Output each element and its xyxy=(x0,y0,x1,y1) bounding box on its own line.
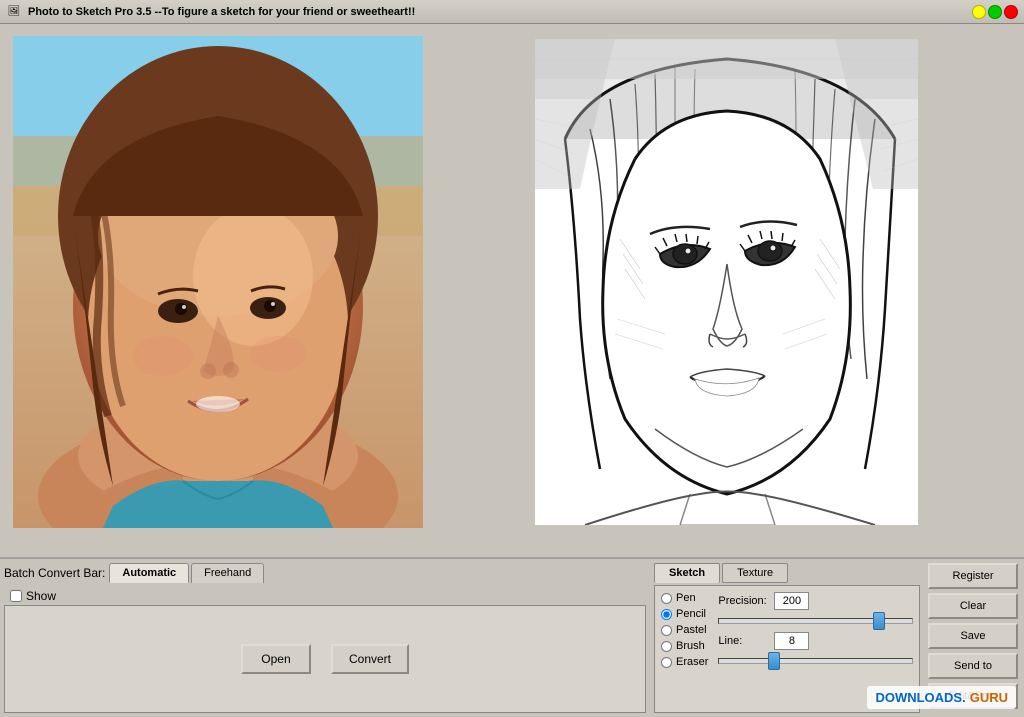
app-icon: 🖼 xyxy=(6,4,22,20)
watermark-guru: GURU xyxy=(970,690,1008,705)
show-checkbox[interactable] xyxy=(10,590,22,602)
sketch-tabs: Sketch Texture xyxy=(654,563,920,583)
radio-brush: Brush xyxy=(661,640,708,652)
brush-radio[interactable] xyxy=(661,641,672,652)
register-button[interactable]: Register xyxy=(928,563,1018,589)
sketch-display xyxy=(535,39,918,525)
main-content: Batch Convert Bar: Automatic Freehand Sh… xyxy=(0,24,1024,717)
image-area xyxy=(0,24,1024,557)
line-input[interactable] xyxy=(774,632,809,650)
pastel-radio[interactable] xyxy=(661,625,672,636)
tab-automatic[interactable]: Automatic xyxy=(109,563,189,583)
open-button[interactable]: Open xyxy=(241,644,311,674)
radio-pencil: Pencil xyxy=(661,608,708,620)
close-button[interactable] xyxy=(1004,5,1018,19)
photo-display xyxy=(13,36,423,528)
title-bar: 🖼 Photo to Sketch Pro 3.5 --To figure a … xyxy=(0,0,1024,24)
radio-eraser: Eraser xyxy=(661,656,708,668)
window-controls xyxy=(972,5,1018,19)
save-button[interactable]: Save xyxy=(928,623,1018,649)
pen-label: Pen xyxy=(676,592,696,604)
tab-content: Open Convert xyxy=(4,605,646,713)
line-row: Line: xyxy=(718,632,913,650)
clear-button[interactable]: Clear xyxy=(928,593,1018,619)
precision-label: Precision: xyxy=(718,595,768,607)
precision-input[interactable] xyxy=(774,592,809,610)
sendto-button[interactable]: Send to xyxy=(928,653,1018,679)
radio-pen: Pen xyxy=(661,592,708,604)
convert-button[interactable]: Convert xyxy=(331,644,409,674)
watermark: DOWNLOADS. GURU xyxy=(867,686,1016,709)
maximize-button[interactable] xyxy=(988,5,1002,19)
sketch-panel xyxy=(436,32,1016,532)
brush-label: Brush xyxy=(676,640,705,652)
tool-options: Pen Pencil Pastel Brush xyxy=(661,592,708,706)
sketch-tab-sketch[interactable]: Sketch xyxy=(654,563,720,583)
line-slider-row xyxy=(718,658,913,664)
sketch-tab-texture[interactable]: Texture xyxy=(722,563,788,583)
eraser-radio[interactable] xyxy=(661,657,672,668)
batch-label: Batch Convert Bar: xyxy=(4,566,105,580)
tab-freehand[interactable]: Freehand xyxy=(191,563,264,583)
line-slider-track[interactable] xyxy=(718,658,913,664)
line-slider-thumb[interactable] xyxy=(768,652,780,670)
radio-pastel: Pastel xyxy=(661,624,708,636)
eraser-label: Eraser xyxy=(676,656,708,668)
line-label: Line: xyxy=(718,635,768,647)
pen-radio[interactable] xyxy=(661,593,672,604)
precision-slider-row xyxy=(718,618,913,624)
left-panel: Batch Convert Bar: Automatic Freehand Sh… xyxy=(0,559,650,717)
precision-row: Precision: xyxy=(718,592,913,610)
pencil-radio[interactable] xyxy=(661,609,672,620)
precision-slider-thumb[interactable] xyxy=(873,612,885,630)
title-text: Photo to Sketch Pro 3.5 --To figure a sk… xyxy=(28,6,972,18)
pastel-label: Pastel xyxy=(676,624,707,636)
precision-slider-track[interactable] xyxy=(718,618,913,624)
tabs: Automatic Freehand xyxy=(109,563,264,583)
show-row: Show xyxy=(4,587,646,605)
pencil-label: Pencil xyxy=(676,608,706,620)
show-label: Show xyxy=(26,589,56,603)
minimize-button[interactable] xyxy=(972,5,986,19)
batch-row: Batch Convert Bar: Automatic Freehand xyxy=(4,563,646,583)
watermark-downloads: DOWNLOADS. xyxy=(875,690,965,705)
photo-panel xyxy=(8,32,428,532)
